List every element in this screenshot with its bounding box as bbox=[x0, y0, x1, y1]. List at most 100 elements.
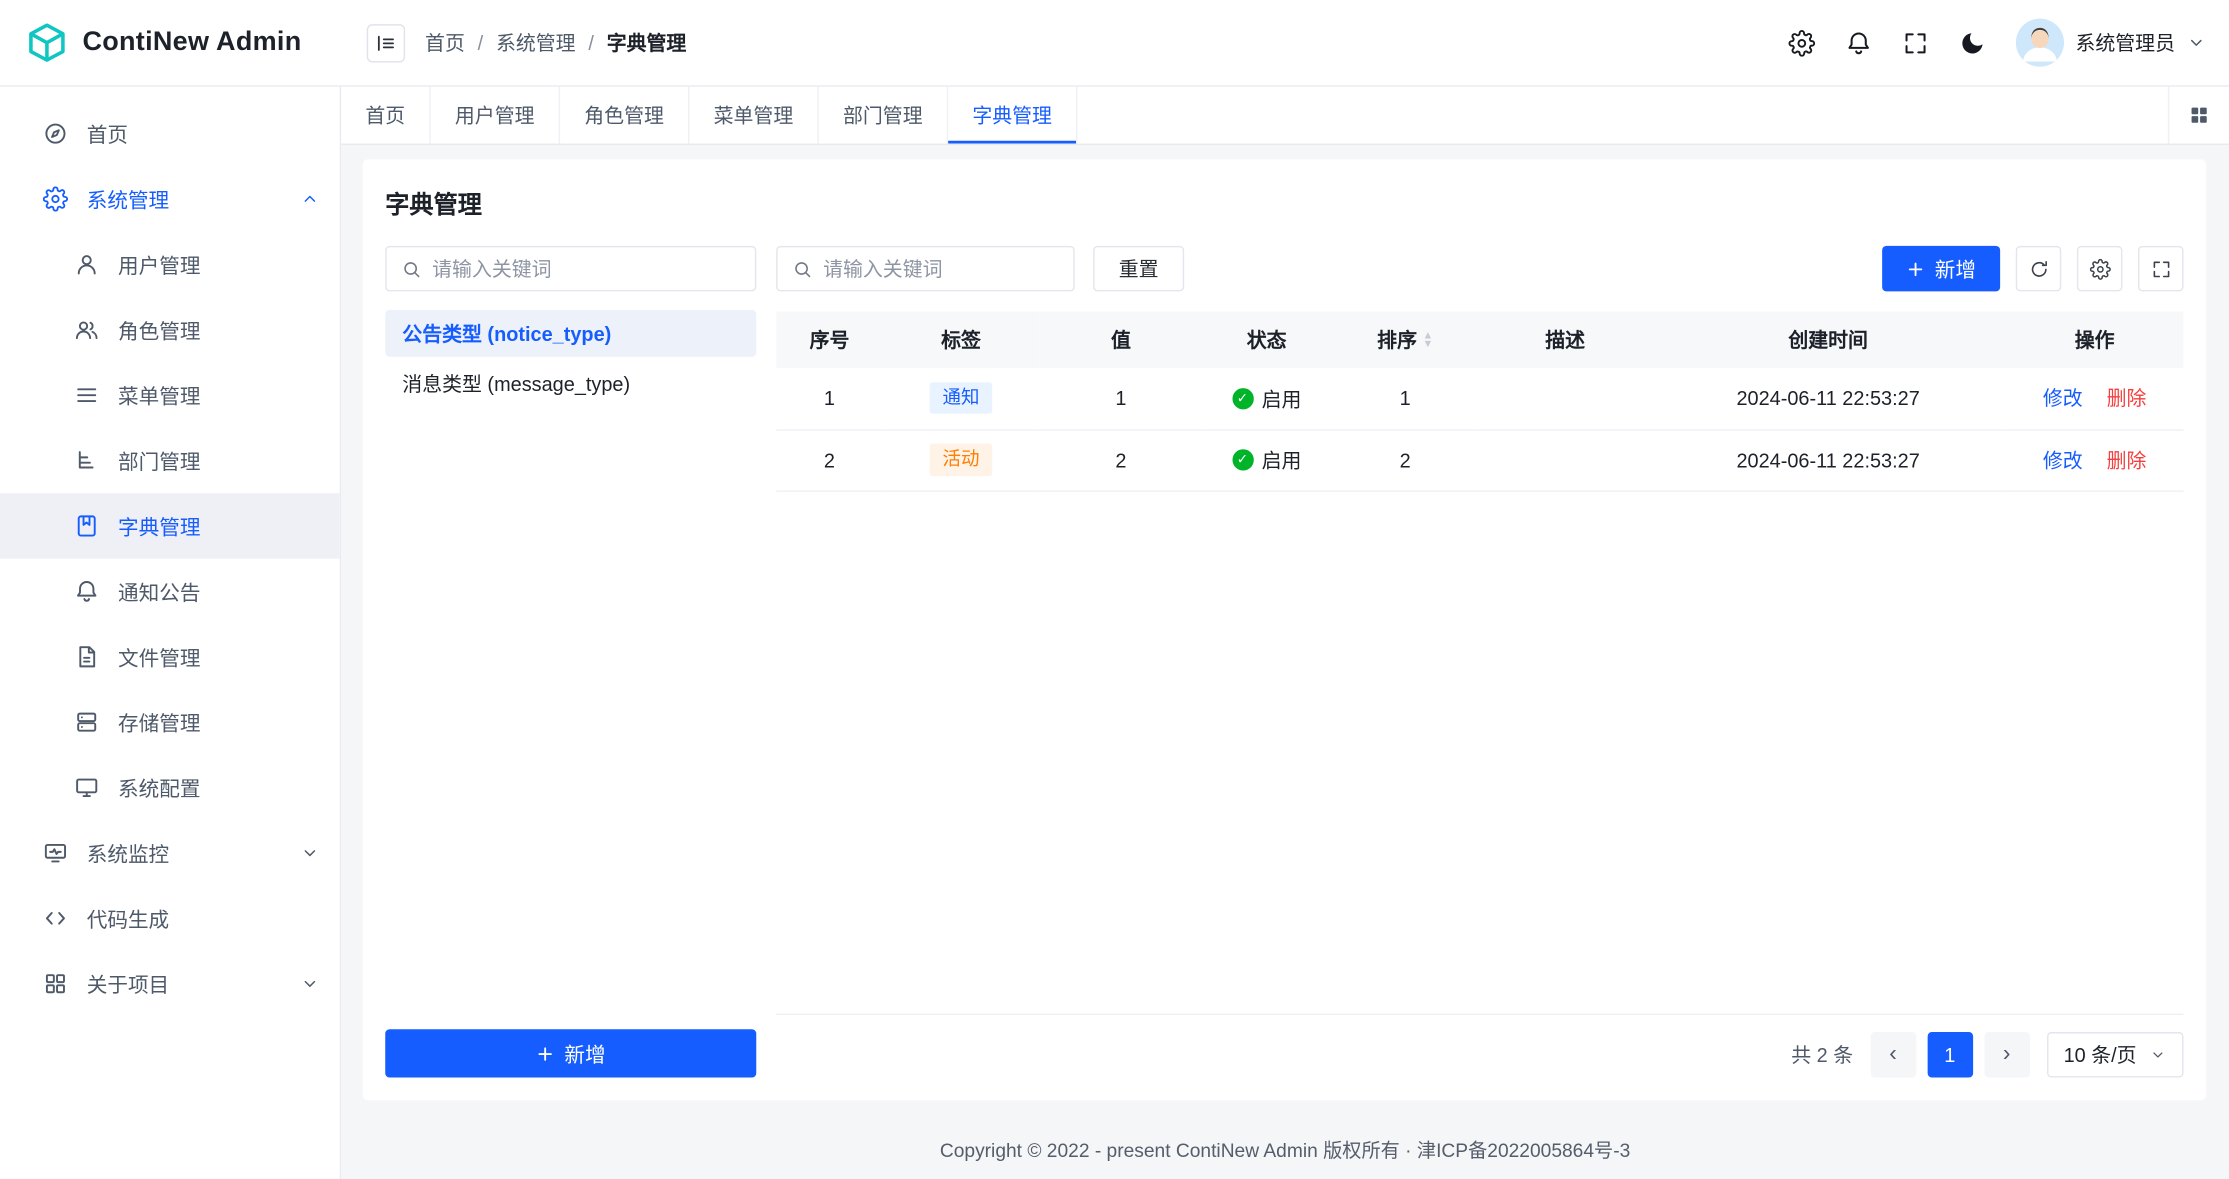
column-header-sort: 排序 ▲ ▼ bbox=[1331, 311, 1480, 368]
page-number-button[interactable]: 1 bbox=[1927, 1032, 1972, 1077]
sidebar: 首页 系统管理 用户管理 角色管理 菜单管理 部门管理 bbox=[0, 87, 341, 1179]
sidebar-collapse-button[interactable] bbox=[367, 23, 405, 61]
chevron-down-icon bbox=[2149, 1046, 2166, 1063]
sidebar-item-label: 系统配置 bbox=[118, 773, 200, 803]
sidebar-item-label: 通知公告 bbox=[118, 576, 200, 606]
sidebar-item-storage-management[interactable]: 存储管理 bbox=[0, 689, 340, 754]
dict-type-item-notice[interactable]: 公告类型 (notice_type) bbox=[385, 310, 756, 357]
top-header: ContiNew Admin 首页 / 系统管理 / 字典管理 bbox=[0, 0, 2229, 87]
sidebar-item-system-config[interactable]: 系统配置 bbox=[0, 755, 340, 820]
notifications-button[interactable] bbox=[1845, 29, 1872, 56]
sidebar-item-dept-management[interactable]: 部门管理 bbox=[0, 428, 340, 493]
dict-item-search bbox=[776, 246, 1075, 291]
sidebar-item-menu-management[interactable]: 菜单管理 bbox=[0, 362, 340, 427]
sidebar-item-label: 角色管理 bbox=[118, 315, 200, 345]
sidebar-item-role-management[interactable]: 角色管理 bbox=[0, 297, 340, 362]
tab-home[interactable]: 首页 bbox=[341, 87, 431, 144]
file-icon bbox=[74, 644, 100, 670]
sidebar-item-label: 部门管理 bbox=[118, 446, 200, 476]
main-area: 首页 用户管理 角色管理 菜单管理 部门管理 字典管理 字典管理 bbox=[341, 87, 2229, 1179]
app-title: ContiNew Admin bbox=[82, 27, 301, 58]
fullscreen-button[interactable] bbox=[1902, 29, 1929, 56]
edit-link[interactable]: 修改 bbox=[2043, 449, 2083, 472]
edit-link[interactable]: 修改 bbox=[2043, 387, 2083, 410]
tab-dict-management[interactable]: 字典管理 bbox=[948, 87, 1077, 144]
book-icon bbox=[74, 513, 100, 539]
search-icon bbox=[792, 258, 813, 279]
breadcrumb: 首页 / 系统管理 / 字典管理 bbox=[425, 28, 686, 56]
footer: Copyright © 2022 - present ContiNew Admi… bbox=[341, 1117, 2229, 1179]
page-size-select[interactable]: 10 条/页 bbox=[2047, 1032, 2184, 1077]
check-circle-icon: ✓ bbox=[1232, 450, 1253, 471]
tab-actions-button[interactable] bbox=[2168, 87, 2229, 144]
dashboard-icon bbox=[43, 840, 69, 866]
chevron-down-icon bbox=[300, 974, 320, 994]
column-header-value: 值 bbox=[1039, 311, 1202, 368]
refresh-button[interactable] bbox=[2016, 246, 2061, 291]
sidebar-item-system-management[interactable]: 系统管理 bbox=[0, 166, 340, 231]
dark-mode-button[interactable] bbox=[1959, 29, 1986, 56]
sidebar-item-label: 代码生成 bbox=[87, 903, 169, 933]
sidebar-item-file-management[interactable]: 文件管理 bbox=[0, 624, 340, 689]
caret-down-icon: ▼ bbox=[1423, 340, 1434, 349]
delete-link[interactable]: 删除 bbox=[2107, 449, 2147, 472]
bell-icon bbox=[1845, 29, 1872, 56]
tab-user-management[interactable]: 用户管理 bbox=[431, 87, 560, 144]
tab-role-management[interactable]: 角色管理 bbox=[560, 87, 689, 144]
add-dict-type-button[interactable]: 新增 bbox=[385, 1029, 756, 1077]
sidebar-item-code-generation[interactable]: 代码生成 bbox=[0, 886, 340, 951]
user-menu[interactable]: 系统管理员 bbox=[2016, 18, 2206, 66]
sidebar-item-notice[interactable]: 通知公告 bbox=[0, 559, 340, 624]
next-page-button[interactable]: › bbox=[1984, 1032, 2029, 1077]
dict-type-search-input[interactable] bbox=[432, 257, 740, 280]
bell-icon bbox=[74, 579, 100, 605]
sidebar-item-dict-management[interactable]: 字典管理 bbox=[0, 493, 340, 558]
add-dict-item-button[interactable]: 新增 bbox=[1882, 246, 2000, 291]
dict-type-list: 公告类型 (notice_type) 消息类型 (message_type) bbox=[385, 310, 756, 407]
cell-index: 2 bbox=[776, 429, 883, 490]
sort-toggle[interactable]: ▲ ▼ bbox=[1423, 331, 1434, 349]
fullscreen-icon bbox=[1902, 29, 1929, 56]
delete-link[interactable]: 删除 bbox=[2107, 387, 2147, 410]
dict-type-item-message[interactable]: 消息类型 (message_type) bbox=[385, 360, 756, 407]
avatar bbox=[2016, 18, 2064, 66]
cell-value: 1 bbox=[1039, 368, 1202, 429]
sidebar-item-label: 系统监控 bbox=[87, 838, 169, 868]
settings-button[interactable] bbox=[1788, 29, 1815, 56]
table-fullscreen-button[interactable] bbox=[2138, 246, 2183, 291]
sidebar-item-about[interactable]: 关于项目 bbox=[0, 951, 340, 1016]
column-header-desc: 描述 bbox=[1480, 311, 1651, 368]
dict-item-search-input[interactable] bbox=[823, 257, 1059, 280]
tab-menu-management[interactable]: 菜单管理 bbox=[689, 87, 818, 144]
chevron-down-icon bbox=[2186, 33, 2206, 53]
breadcrumb-home[interactable]: 首页 bbox=[425, 28, 465, 56]
sidebar-item-user-management[interactable]: 用户管理 bbox=[0, 232, 340, 297]
tag-badge: 活动 bbox=[930, 444, 993, 476]
home-icon bbox=[43, 121, 69, 147]
fullscreen-icon bbox=[2150, 258, 2171, 279]
tab-bar: 首页 用户管理 角色管理 菜单管理 部门管理 字典管理 bbox=[341, 87, 2229, 145]
sidebar-item-label: 菜单管理 bbox=[118, 380, 200, 410]
sidebar-item-home[interactable]: 首页 bbox=[0, 101, 340, 166]
tab-dept-management[interactable]: 部门管理 bbox=[819, 87, 948, 144]
status-label: 启用 bbox=[1262, 385, 1302, 413]
column-header-index: 序号 bbox=[776, 311, 883, 368]
refresh-icon bbox=[2028, 258, 2049, 279]
sidebar-item-system-monitor[interactable]: 系统监控 bbox=[0, 820, 340, 885]
breadcrumb-system[interactable]: 系统管理 bbox=[496, 28, 576, 56]
breadcrumb-current: 字典管理 bbox=[607, 28, 687, 56]
chevron-down-icon bbox=[300, 843, 320, 863]
column-header-sort-label: 排序 bbox=[1377, 326, 1417, 354]
add-dict-item-label: 新增 bbox=[1935, 254, 1976, 284]
reset-button[interactable]: 重置 bbox=[1093, 246, 1184, 291]
moon-icon bbox=[1959, 29, 1986, 56]
table-settings-button[interactable] bbox=[2077, 246, 2122, 291]
breadcrumb-separator: / bbox=[478, 31, 484, 54]
sidebar-item-label: 系统管理 bbox=[87, 184, 169, 214]
app-logo[interactable]: ContiNew Admin bbox=[0, 0, 341, 85]
page-size-value: 10 条/页 bbox=[2064, 1041, 2137, 1069]
gear-icon bbox=[2089, 258, 2110, 279]
user-icon bbox=[74, 252, 100, 278]
prev-page-button[interactable]: ‹ bbox=[1870, 1032, 1915, 1077]
plus-icon bbox=[536, 1044, 554, 1062]
